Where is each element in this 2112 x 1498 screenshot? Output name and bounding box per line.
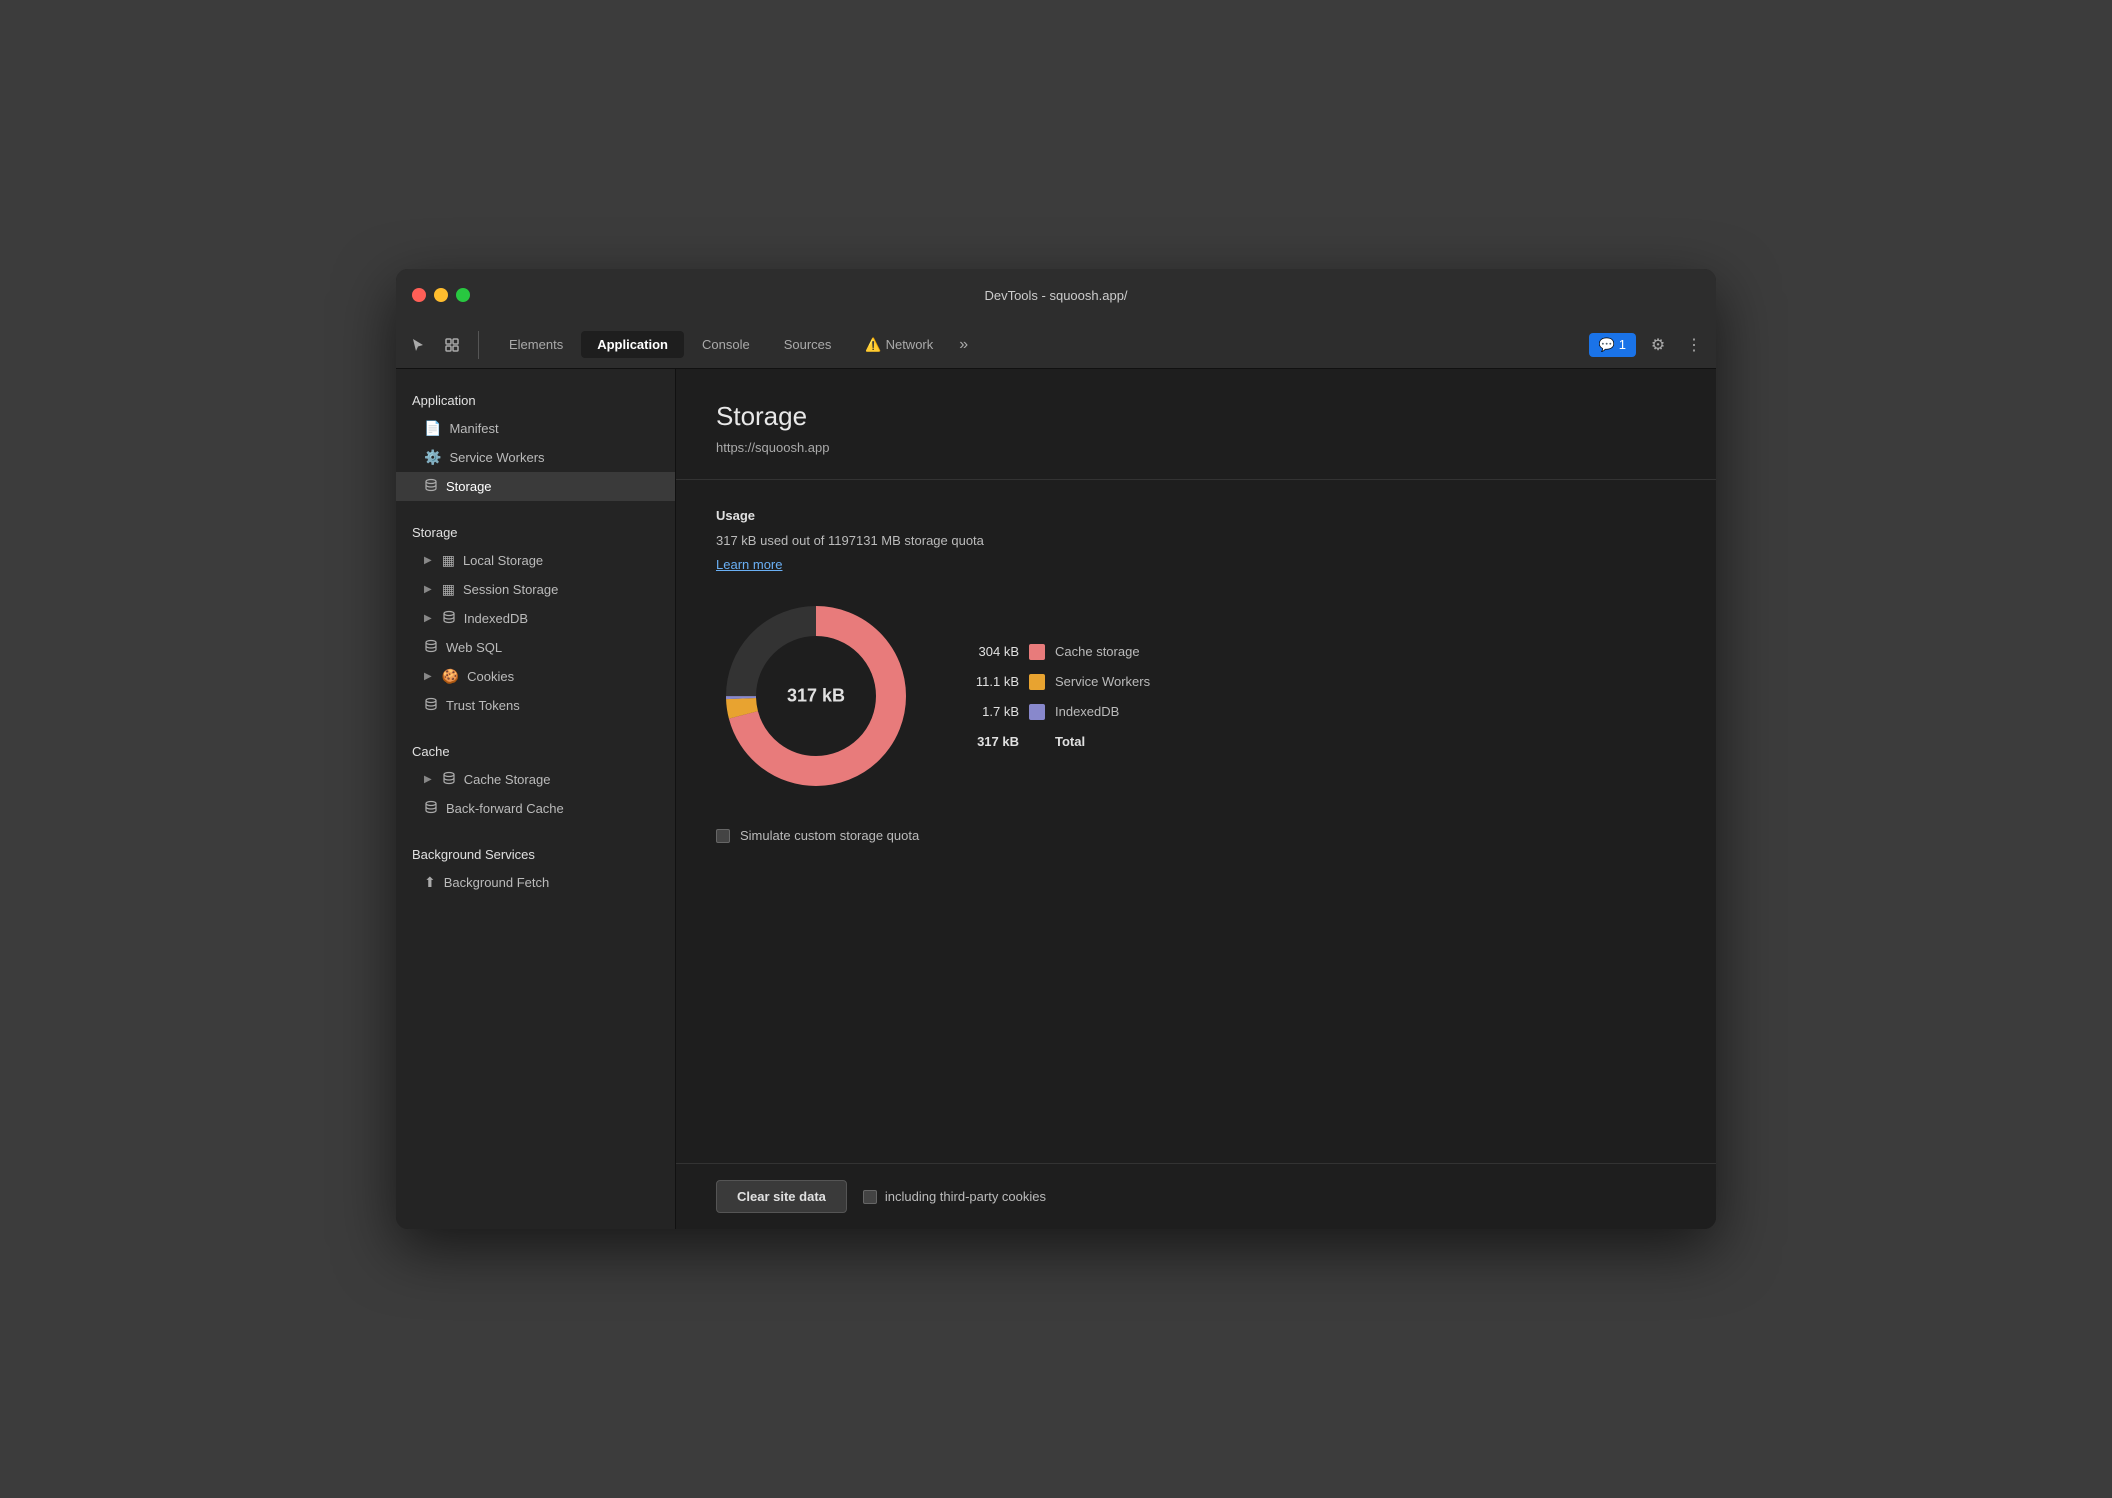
window-title: DevTools - squoosh.app/ — [984, 288, 1127, 303]
back-forward-cache-icon — [424, 800, 438, 817]
chart-section: 317 kB 304 kB Cache storage 11.1 kB Serv… — [716, 596, 1676, 796]
sidebar-section-background-services: Background Services — [396, 839, 675, 868]
tabs: Elements Application Console Sources ⚠️N… — [493, 331, 1589, 359]
arrow-icon: ▶ — [424, 774, 432, 785]
sidebar-section-application: Application — [396, 385, 675, 414]
tab-application[interactable]: Application — [581, 331, 684, 358]
traffic-lights — [412, 288, 470, 302]
cache-color — [1029, 644, 1045, 660]
cursor-icon[interactable] — [404, 331, 432, 359]
tab-console[interactable]: Console — [686, 331, 766, 358]
indexeddb-icon — [442, 610, 456, 627]
arrow-icon: ▶ — [424, 584, 432, 595]
sidebar-item-trust-tokens[interactable]: Trust Tokens — [396, 691, 675, 720]
sidebar-item-cache-storage[interactable]: ▶ Cache Storage — [396, 765, 675, 794]
sidebar: Application 📄 Manifest ⚙️ Service Worker… — [396, 369, 676, 1229]
chat-icon: 💬 — [1599, 337, 1615, 353]
third-party-cookies-label: including third-party cookies — [885, 1189, 1046, 1204]
third-party-cookies-row: including third-party cookies — [863, 1189, 1046, 1204]
cookies-icon: 🍪 — [442, 668, 459, 685]
content-body: Usage 317 kB used out of 1197131 MB stor… — [676, 480, 1716, 1163]
sw-size: 11.1 kB — [964, 674, 1019, 689]
notifications-badge[interactable]: 💬 1 — [1589, 333, 1636, 357]
sidebar-item-manifest[interactable]: 📄 Manifest — [396, 414, 675, 443]
close-button[interactable] — [412, 288, 426, 302]
manifest-icon: 📄 — [424, 420, 441, 437]
sidebar-item-background-fetch[interactable]: ⬆ Background Fetch — [396, 868, 675, 897]
toolbar-icons — [404, 331, 485, 359]
total-size: 317 kB — [964, 734, 1019, 749]
minimize-button[interactable] — [434, 288, 448, 302]
session-storage-icon: ▦ — [442, 581, 455, 598]
tab-sources[interactable]: Sources — [768, 331, 848, 358]
sidebar-item-web-sql[interactable]: Web SQL — [396, 633, 675, 662]
sidebar-item-indexeddb[interactable]: ▶ IndexedDB — [396, 604, 675, 633]
sidebar-item-session-storage[interactable]: ▶ ▦ Session Storage — [396, 575, 675, 604]
service-workers-icon: ⚙️ — [424, 449, 441, 466]
web-sql-icon — [424, 639, 438, 656]
storage-sidebar-icon — [424, 478, 438, 495]
usage-text: 317 kB used out of 1197131 MB storage qu… — [716, 533, 1676, 548]
local-storage-icon: ▦ — [442, 552, 455, 569]
usage-section-title: Usage — [716, 508, 1676, 523]
badge-count: 1 — [1619, 337, 1626, 352]
more-options-icon[interactable]: ⋮ — [1680, 331, 1708, 359]
arrow-icon: ▶ — [424, 613, 432, 624]
sidebar-item-cookies[interactable]: ▶ 🍪 Cookies — [396, 662, 675, 691]
maximize-button[interactable] — [456, 288, 470, 302]
cache-storage-icon — [442, 771, 456, 788]
cache-label: Cache storage — [1055, 644, 1140, 659]
idb-color — [1029, 704, 1045, 720]
devtools-window: DevTools - squoosh.app/ Elements — [396, 269, 1716, 1229]
legend-item-cache: 304 kB Cache storage — [964, 644, 1150, 660]
third-party-cookies-checkbox[interactable] — [863, 1190, 877, 1204]
arrow-icon: ▶ — [424, 555, 432, 566]
idb-size: 1.7 kB — [964, 704, 1019, 719]
simulate-quota-checkbox[interactable] — [716, 829, 730, 843]
cache-size: 304 kB — [964, 644, 1019, 659]
sidebar-item-back-forward-cache[interactable]: Back-forward Cache — [396, 794, 675, 823]
trust-tokens-icon — [424, 697, 438, 714]
total-label: Total — [1055, 734, 1085, 749]
legend-item-total: 317 kB Total — [964, 734, 1150, 749]
settings-icon[interactable]: ⚙ — [1644, 331, 1672, 359]
legend-item-sw: 11.1 kB Service Workers — [964, 674, 1150, 690]
legend-item-idb: 1.7 kB IndexedDB — [964, 704, 1150, 720]
chart-legend: 304 kB Cache storage 11.1 kB Service Wor… — [964, 644, 1150, 749]
tab-bar: Elements Application Console Sources ⚠️N… — [396, 321, 1716, 369]
simulate-quota-row: Simulate custom storage quota — [716, 828, 1676, 843]
sidebar-item-service-workers[interactable]: ⚙️ Service Workers — [396, 443, 675, 472]
sidebar-section-cache: Cache — [396, 736, 675, 765]
arrow-icon: ▶ — [424, 671, 432, 682]
more-tabs-button[interactable]: » — [951, 332, 976, 358]
page-url: https://squoosh.app — [716, 440, 1676, 455]
network-warning-icon: ⚠️ — [865, 337, 881, 352]
toolbar-divider — [478, 331, 479, 359]
bottom-bar: Clear site data including third-party co… — [676, 1163, 1716, 1229]
tab-elements[interactable]: Elements — [493, 331, 579, 358]
sidebar-section-storage: Storage — [396, 517, 675, 546]
idb-label: IndexedDB — [1055, 704, 1119, 719]
inspect-icon[interactable] — [438, 331, 466, 359]
background-fetch-icon: ⬆ — [424, 874, 436, 891]
clear-site-data-button[interactable]: Clear site data — [716, 1180, 847, 1213]
content-header: Storage https://squoosh.app — [676, 369, 1716, 480]
tab-bar-right: 💬 1 ⚙ ⋮ — [1589, 331, 1708, 359]
simulate-quota-label: Simulate custom storage quota — [740, 828, 919, 843]
sw-color — [1029, 674, 1045, 690]
donut-chart: 317 kB — [716, 596, 916, 796]
learn-more-link[interactable]: Learn more — [716, 557, 782, 572]
sidebar-item-local-storage[interactable]: ▶ ▦ Local Storage — [396, 546, 675, 575]
sidebar-item-storage[interactable]: Storage — [396, 472, 675, 501]
page-title: Storage — [716, 401, 1676, 432]
content-panel: Storage https://squoosh.app Usage 317 kB… — [676, 369, 1716, 1229]
tab-network[interactable]: ⚠️Network — [849, 331, 949, 359]
main-container: Application 📄 Manifest ⚙️ Service Worker… — [396, 369, 1716, 1229]
sw-label: Service Workers — [1055, 674, 1150, 689]
title-bar: DevTools - squoosh.app/ — [396, 269, 1716, 321]
